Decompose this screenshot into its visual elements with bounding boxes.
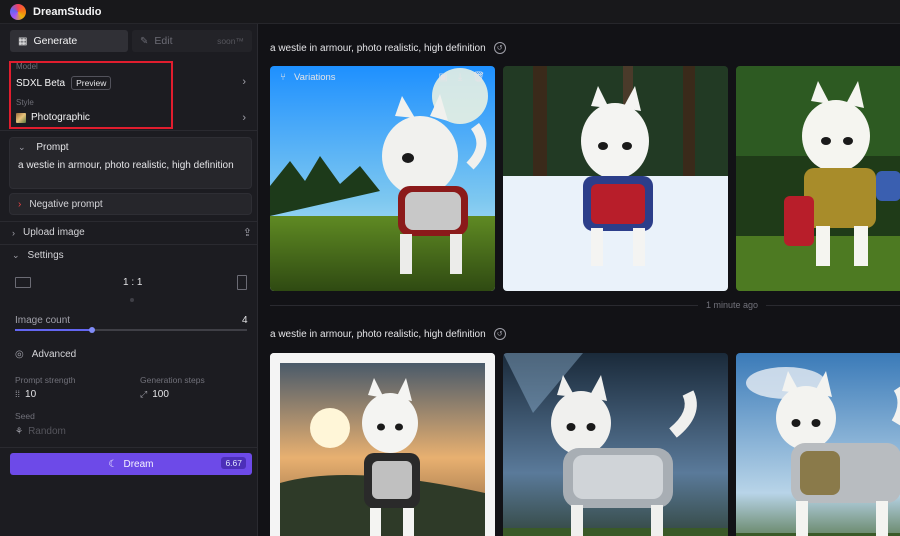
seed-label: Seed xyxy=(15,411,35,421)
sidebar: ▦ Generate ✎ Edit soon™ Model SDXL Beta … xyxy=(0,24,258,536)
model-chevron-right-icon[interactable]: › xyxy=(242,76,246,88)
image-icon[interactable]: ▣ xyxy=(438,72,447,83)
dots-grid-icon: ⁞⁞ xyxy=(15,389,21,399)
generated-image[interactable] xyxy=(503,353,728,536)
tab-edit[interactable]: ✎ Edit soon™ xyxy=(132,30,252,52)
generated-image[interactable]: ⑂ Variations ▣ ⤓ 🗑 xyxy=(270,66,495,291)
variations-button[interactable]: Variations xyxy=(294,72,336,83)
generation-group-title: a westie in armour, photo realistic, hig… xyxy=(270,42,506,54)
seedling-icon: ⚘ xyxy=(15,426,24,436)
grid-icon: ▦ xyxy=(18,35,28,47)
model-row: SDXL Beta Preview xyxy=(16,76,112,90)
dream-label: Dream xyxy=(123,458,154,470)
advanced-toggle[interactable]: ◎ Advanced xyxy=(15,349,76,360)
results-area: a westie in armour, photo realistic, hig… xyxy=(258,24,900,536)
steps-icon: ⤢ xyxy=(140,389,148,399)
negative-prompt-label: Negative prompt xyxy=(29,198,103,210)
tab-edit-label: Edit xyxy=(154,35,173,47)
settings-row[interactable]: ⌄ Settings xyxy=(12,250,252,261)
slider-knob[interactable] xyxy=(88,327,95,333)
generation-prompt-text: a westie in armour, photo realistic, hig… xyxy=(270,328,486,340)
reuse-prompt-icon[interactable]: ↺ xyxy=(493,328,506,340)
generation-group-title: a westie in armour, photo realistic, hig… xyxy=(270,328,506,340)
negative-prompt-toggle[interactable]: › Negative prompt xyxy=(9,193,252,215)
generation-steps-value: 100 xyxy=(152,389,169,400)
portrait-aspect-icon[interactable] xyxy=(237,275,247,290)
style-chevron-right-icon[interactable]: › xyxy=(242,112,246,124)
trash-icon[interactable]: 🗑 xyxy=(472,72,485,83)
advanced-label: Advanced xyxy=(31,349,77,360)
style-selector[interactable]: Photographic xyxy=(16,112,90,123)
westie-armour-image xyxy=(736,66,900,291)
generated-image[interactable] xyxy=(503,66,728,291)
timestamp-label: 1 minute ago xyxy=(698,300,767,310)
prompt-panel[interactable]: ⌄ Prompt a westie in armour, photo reali… xyxy=(9,137,252,189)
moon-sparkle-icon: ☾ xyxy=(108,458,118,470)
chevron-right-icon: › xyxy=(12,227,15,238)
image-count-value: 4 xyxy=(242,315,248,326)
upload-image-row[interactable]: › Upload image ⇪ xyxy=(12,226,252,239)
prompt-strength-label: Prompt strength xyxy=(15,375,76,385)
dream-button[interactable]: ☾ Dream 6.67 xyxy=(10,453,252,475)
chevron-down-icon: ⌄ xyxy=(18,142,26,152)
prompt-input[interactable]: a westie in armour, photo realistic, hig… xyxy=(18,160,234,171)
prompt-label: Prompt xyxy=(36,142,69,153)
style-label: Style xyxy=(16,98,34,107)
reuse-prompt-icon[interactable]: ↺ xyxy=(493,42,506,54)
app-title: DreamStudio xyxy=(33,5,102,18)
image-count-slider[interactable] xyxy=(15,327,247,333)
divider xyxy=(0,447,257,448)
tab-generate-label: Generate xyxy=(33,35,78,47)
chevron-right-icon: › xyxy=(18,198,22,210)
landscape-aspect-icon[interactable] xyxy=(15,277,31,288)
style-name: Photographic xyxy=(31,112,90,123)
generation-steps-label: Generation steps xyxy=(140,375,205,385)
preview-badge: Preview xyxy=(71,76,112,90)
tab-generate[interactable]: ▦ Generate xyxy=(10,30,128,52)
generated-image[interactable] xyxy=(736,66,900,291)
timestamp-divider xyxy=(270,305,900,306)
image-count-label: Image count xyxy=(15,315,71,326)
prompt-header[interactable]: ⌄ Prompt xyxy=(18,142,69,153)
overlay-actions: ▣ ⤓ 🗑 xyxy=(438,72,485,83)
aspect-slider-knob[interactable] xyxy=(130,298,134,302)
dreamstudio-logo-icon xyxy=(10,3,26,20)
generation-steps-input[interactable]: ⤢ 100 xyxy=(140,389,169,400)
divider xyxy=(0,130,257,131)
model-name: SDXL Beta xyxy=(16,77,66,89)
download-icon[interactable]: ⤓ xyxy=(458,72,462,83)
chevron-down-icon: ⌄ xyxy=(12,250,20,260)
westie-armour-image xyxy=(503,66,728,291)
prompt-strength-input[interactable]: ⁞⁞ 10 xyxy=(15,389,36,400)
eye-off-icon: ◎ xyxy=(15,349,24,360)
settings-label: Settings xyxy=(27,250,64,261)
model-label: Model xyxy=(16,62,38,71)
westie-armour-image xyxy=(270,66,495,291)
prompt-strength-value: 10 xyxy=(25,389,37,400)
generation-prompt-text: a westie in armour, photo realistic, hig… xyxy=(270,42,486,54)
credit-cost-badge: 6.67 xyxy=(221,457,246,469)
upload-icon[interactable]: ⇪ xyxy=(243,226,252,239)
generated-image[interactable] xyxy=(736,353,900,536)
slider-fill xyxy=(15,329,92,331)
mode-tabs: ▦ Generate ✎ Edit soon™ xyxy=(10,30,252,52)
variations-icon: ⑂ xyxy=(280,71,286,83)
divider xyxy=(0,221,257,222)
divider xyxy=(0,244,257,245)
seed-input[interactable]: ⚘ Random xyxy=(15,426,66,437)
top-bar: DreamStudio xyxy=(0,0,900,24)
westie-armour-image xyxy=(270,353,495,536)
soon-badge: soon™ xyxy=(217,36,244,46)
westie-armour-image xyxy=(503,353,728,536)
aspect-ratio-value: 1 : 1 xyxy=(123,277,143,288)
edit-icon: ✎ xyxy=(140,35,149,47)
aspect-ratio-control[interactable]: 1 : 1 xyxy=(15,275,247,302)
generated-image[interactable] xyxy=(270,353,495,536)
model-selector[interactable]: Model SDXL Beta Preview › Style Photogra… xyxy=(8,62,254,126)
image-overlay-toolbar: ⑂ Variations ▣ ⤓ 🗑 xyxy=(270,66,495,88)
seed-placeholder: Random xyxy=(28,426,66,437)
upload-image-label: Upload image xyxy=(23,227,85,238)
westie-armour-image xyxy=(736,353,900,536)
style-thumbnail-icon xyxy=(16,112,26,123)
